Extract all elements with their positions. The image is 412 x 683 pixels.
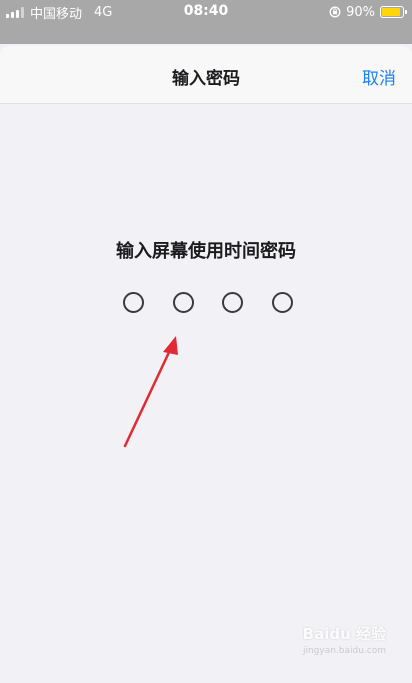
screen: 中国移动 4G 08:40 90% 输入密码 取消 输入屏幕使用时间密码 Bai… [0,0,412,683]
battery-icon [380,6,407,18]
watermark-brand: Baidu 经验 [302,625,386,643]
passcode-sheet: 输入密码 取消 输入屏幕使用时间密码 [0,46,412,683]
passcode-dots[interactable] [123,292,293,314]
nav-title: 输入密码 [172,69,240,89]
passcode-dot [172,292,194,313]
watermark-logo: Baidu 经验 jingyan.baidu.com [286,623,386,663]
battery-percent: 90% [346,4,375,20]
passcode-dot [123,292,144,313]
cancel-button[interactable]: 取消 [362,64,396,89]
nav-bar: 输入密码 取消 [0,46,412,104]
passcode-prompt: 输入屏幕使用时间密码 [116,241,296,262]
passcode-dot [271,292,293,313]
rotation-lock-icon [329,6,341,18]
watermark-url: jingyan.baidu.com [302,646,386,656]
status-bar: 中国移动 4G 08:40 90% [0,0,412,44]
battery-level-fill [382,8,400,16]
status-right: 90% [329,3,407,21]
passcode-dot [222,292,244,313]
